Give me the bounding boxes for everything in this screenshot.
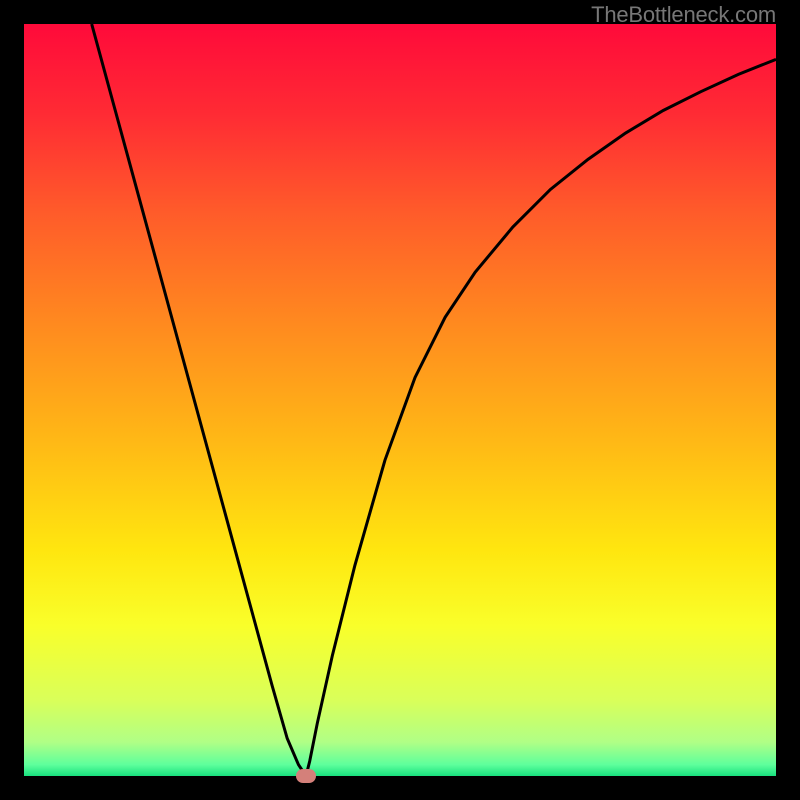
bottleneck-curve: [24, 24, 776, 776]
watermark-text: TheBottleneck.com: [591, 2, 776, 28]
min-point-marker: [296, 769, 316, 783]
chart-frame: [24, 24, 776, 776]
